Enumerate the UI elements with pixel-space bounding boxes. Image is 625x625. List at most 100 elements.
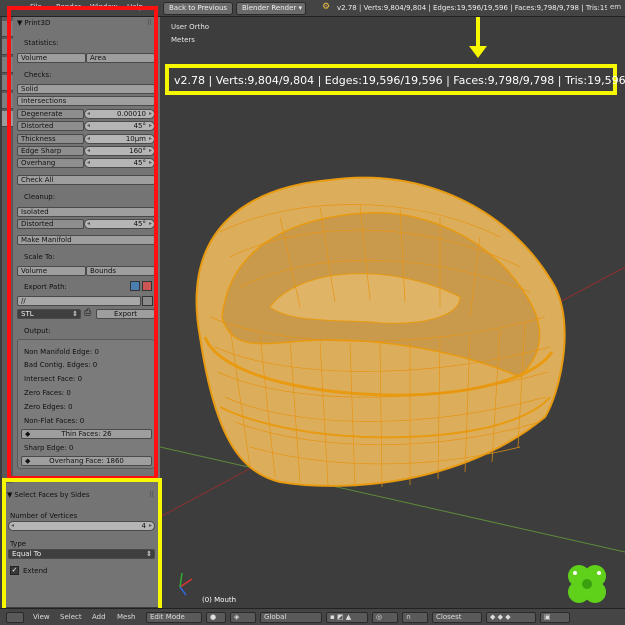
select-icon: ◆ xyxy=(25,457,31,465)
decrement-icon[interactable]: ◂ xyxy=(87,159,90,167)
output-line: Intersect Face: 0 xyxy=(24,375,83,383)
output-line: Zero Faces: 0 xyxy=(24,389,71,397)
menu-window[interactable]: Window xyxy=(90,3,118,11)
increment-icon[interactable]: ▸ xyxy=(149,135,152,143)
decrement-icon[interactable]: ◂ xyxy=(87,110,90,118)
export-button[interactable]: Export xyxy=(96,309,155,319)
decrement-icon[interactable]: ◂ xyxy=(87,122,90,130)
dropdown-arrow-icon: ⇕ xyxy=(146,550,152,558)
folder-icon[interactable] xyxy=(142,296,153,306)
intersections-button[interactable]: Intersections xyxy=(17,96,155,106)
cleanup-distorted-button[interactable]: Distorted xyxy=(17,219,84,229)
menu-add[interactable]: Add xyxy=(92,613,106,621)
proportional-edit-button[interactable]: ◎ xyxy=(372,612,398,623)
distorted-button[interactable]: Distorted xyxy=(17,121,84,131)
overhang-button[interactable]: Overhang xyxy=(17,158,84,168)
tab-create[interactable] xyxy=(2,39,13,55)
print3d-header[interactable]: ▼ Print3D xyxy=(17,19,157,29)
dropdown-arrow-icon: ⇕ xyxy=(72,310,78,318)
area-button[interactable]: Area xyxy=(86,53,155,63)
num-vertices-field[interactable]: ◂ 4 ▸ xyxy=(8,521,155,531)
pivot-dropdown[interactable]: ◈ xyxy=(230,612,256,623)
stats-callout-text: v2.78 | Verts:9,804/9,804 | Edges:19,596… xyxy=(174,74,625,87)
increment-icon[interactable]: ▸ xyxy=(149,220,152,228)
increment-icon[interactable]: ▸ xyxy=(149,110,152,118)
tab-tools[interactable] xyxy=(2,21,13,37)
overhang-value: 45° xyxy=(133,159,146,167)
panel-grip-icon[interactable]: ⠿ xyxy=(149,491,154,499)
thickness-button[interactable]: Thickness xyxy=(17,134,84,144)
menu-select[interactable]: Select xyxy=(60,613,82,621)
scale-bounds-button[interactable]: Bounds xyxy=(86,266,155,276)
active-object-label: (0) Mouth xyxy=(202,596,237,604)
edge-sharp-field[interactable]: ◂ 160° ▸ xyxy=(84,146,155,156)
decrement-icon[interactable]: ◂ xyxy=(87,147,90,155)
select-mode-buttons[interactable]: ▪ ◩ ▲ xyxy=(326,612,368,623)
type-label: Type xyxy=(10,540,27,548)
cleanup-distorted-field[interactable]: ◂ 45° ▸ xyxy=(84,219,155,229)
header-overflow-text: em xyxy=(610,3,622,11)
volume-button[interactable]: Volume xyxy=(17,53,86,63)
back-to-previous-button[interactable]: Back to Previous xyxy=(163,2,234,15)
menu-file[interactable]: File xyxy=(30,3,42,11)
thickness-field[interactable]: ◂ 10µm ▸ xyxy=(84,134,155,144)
unit-system: Meters xyxy=(171,36,195,44)
panel-grip-icon[interactable]: ⠿ xyxy=(147,19,152,27)
decrement-icon[interactable]: ◂ xyxy=(11,522,14,530)
render-preview-button[interactable]: ▣ xyxy=(540,612,570,623)
shading-dropdown[interactable]: ● xyxy=(206,612,226,623)
tab-print3d[interactable] xyxy=(2,111,13,127)
arrow-down-icon xyxy=(469,46,487,58)
thin-faces-button[interactable]: ◆ Thin Faces: 26 xyxy=(21,429,152,439)
orientation-dropdown[interactable]: Global xyxy=(260,612,322,623)
increment-icon[interactable]: ▸ xyxy=(149,147,152,155)
increment-icon[interactable]: ▸ xyxy=(149,122,152,130)
mode-dropdown[interactable]: Edit Mode xyxy=(146,612,202,623)
type-dropdown[interactable]: Equal To ⇕ xyxy=(8,549,155,559)
editor-type-icon[interactable] xyxy=(6,612,24,623)
format-dropdown[interactable]: STL ⇕ xyxy=(17,309,81,319)
menu-mesh[interactable]: Mesh xyxy=(117,613,135,621)
overhang-face-button[interactable]: ◆ Overhang Face: 1860 xyxy=(21,456,152,466)
increment-icon[interactable]: ▸ xyxy=(149,522,152,530)
snap-toggle[interactable]: ∩ xyxy=(402,612,428,623)
solid-button[interactable]: Solid xyxy=(17,84,155,94)
scale-volume-button[interactable]: Volume xyxy=(17,266,86,276)
make-manifold-button[interactable]: Make Manifold xyxy=(17,235,155,245)
snap-target-dropdown[interactable]: Closest xyxy=(432,612,482,623)
tab-grease-pencil[interactable] xyxy=(2,93,13,109)
eyedropper-icon[interactable] xyxy=(130,281,140,291)
menu-render[interactable]: Render xyxy=(56,3,81,11)
degenerate-value: 0.00010 xyxy=(117,110,146,118)
degenerate-button[interactable]: Degenerate xyxy=(17,109,84,119)
decrement-icon[interactable]: ◂ xyxy=(87,135,90,143)
operator-header[interactable]: ▼ Select Faces by Sides xyxy=(7,491,147,501)
tab-options[interactable] xyxy=(2,75,13,91)
degenerate-field[interactable]: ◂ 0.00010 ▸ xyxy=(84,109,155,119)
proportional-icon: ◎ xyxy=(376,613,383,621)
scale-to-label: Scale To: xyxy=(24,253,55,261)
overhang-field[interactable]: ◂ 45° ▸ xyxy=(84,158,155,168)
orientation-value: Global xyxy=(264,613,287,621)
snap-options[interactable]: ◆ ◆ ◆ xyxy=(486,612,536,623)
snap-options-icon: ◆ ◆ ◆ xyxy=(490,613,511,621)
render-engine-dropdown[interactable]: Blender Render ▾ xyxy=(236,2,306,15)
tab-shading[interactable] xyxy=(2,57,13,73)
check-all-button[interactable]: Check All xyxy=(17,175,155,185)
distorted-field[interactable]: ◂ 45° ▸ xyxy=(84,121,155,131)
menu-view[interactable]: View xyxy=(33,613,50,621)
tool-shelf-tabs xyxy=(2,17,13,487)
extend-checkbox[interactable]: ✓ xyxy=(10,566,19,575)
edge-sharp-button[interactable]: Edge Sharp xyxy=(17,146,84,156)
decrement-icon[interactable]: ◂ xyxy=(87,220,90,228)
increment-icon[interactable]: ▸ xyxy=(149,159,152,167)
thickness-value: 10µm xyxy=(125,135,146,143)
file-icon[interactable] xyxy=(142,281,152,291)
clover-logo-icon xyxy=(568,565,606,603)
3d-viewport[interactable]: User Ortho Meters (0) Mouth v2.78 | Vert… xyxy=(160,17,625,609)
cleanup-distorted-value: 45° xyxy=(133,220,146,228)
isolated-button[interactable]: Isolated xyxy=(17,207,155,217)
menu-help[interactable]: Help xyxy=(127,3,143,11)
export-path-input[interactable]: // xyxy=(17,296,141,306)
print3d-title: Print3D xyxy=(24,19,51,27)
